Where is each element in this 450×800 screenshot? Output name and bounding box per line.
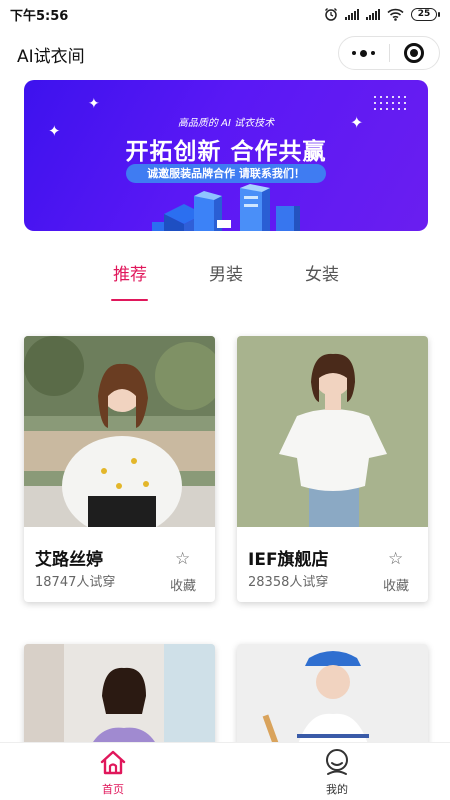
active-tab-indicator: [111, 299, 148, 301]
status-icons: 25: [324, 7, 440, 21]
tabbar-item-home[interactable]: 首页: [73, 747, 153, 797]
star-icon[interactable]: ☆: [388, 549, 403, 569]
product-photo: [24, 336, 215, 527]
tab-recommend[interactable]: 推荐: [100, 262, 160, 302]
home-icon: [100, 750, 126, 775]
signal-icon: [345, 8, 359, 20]
signal-icon-2: [366, 8, 380, 20]
product-card[interactable]: 艾路丝婷 18747人试穿 ☆ 收藏: [24, 336, 215, 602]
tabbar-label-home: 首页: [102, 783, 124, 796]
product-card[interactable]: IEF旗舰店 28358人试穿 ☆ 收藏: [237, 336, 428, 602]
header: AI试衣间: [0, 28, 450, 80]
store-name: 艾路丝婷: [35, 550, 103, 570]
banner-subtitle: 高品质的 AI 试衣技术: [177, 118, 275, 129]
store-name: IEF旗舰店: [248, 550, 329, 570]
try-on-count: 28358人试穿: [248, 575, 329, 590]
more-icon: [352, 49, 376, 57]
banner-contact-pill: 诚邀服装品牌合作 请联系我们！: [126, 164, 326, 183]
banner-headline: 开拓创新 合作共赢: [125, 139, 327, 165]
battery-level: 25: [411, 7, 437, 21]
favorite-button[interactable]: 收藏: [170, 575, 196, 594]
status-bar: 下午5:56 25: [0, 0, 450, 28]
tabbar-label-profile: 我的: [326, 783, 348, 796]
bottom-tab-bar: 首页 我的: [0, 742, 450, 800]
product-photo: [237, 336, 428, 527]
wifi-icon: [387, 8, 404, 21]
dot-grid-decoration: [372, 94, 406, 110]
tab-womens[interactable]: 女装: [292, 262, 352, 302]
star-icon[interactable]: ☆: [175, 549, 190, 569]
close-button[interactable]: [390, 37, 440, 69]
battery-icon: 25: [411, 7, 440, 21]
isometric-city-illustration: [152, 184, 300, 231]
profile-icon: [326, 749, 348, 775]
category-tabs: 推荐 男装 女装: [0, 262, 450, 306]
alarm-icon: [325, 8, 337, 21]
promo-banner[interactable]: ✦ ✦ ✦ 高品质的 AI 试衣技术 开拓创新 合作共赢 诚邀服装品牌合作 请联…: [24, 80, 428, 231]
sparkle-icon: ✦: [88, 96, 100, 112]
tab-mens[interactable]: 男装: [196, 262, 256, 302]
close-target-icon: [404, 43, 425, 63]
status-time: 下午5:56: [10, 8, 69, 24]
favorite-button[interactable]: 收藏: [383, 575, 409, 594]
try-on-count: 18747人试穿: [35, 575, 116, 590]
page-title: AI试衣间: [17, 47, 85, 67]
mini-program-capsule: [338, 36, 440, 70]
more-button[interactable]: [339, 37, 389, 69]
tabbar-item-profile[interactable]: 我的: [297, 747, 377, 797]
